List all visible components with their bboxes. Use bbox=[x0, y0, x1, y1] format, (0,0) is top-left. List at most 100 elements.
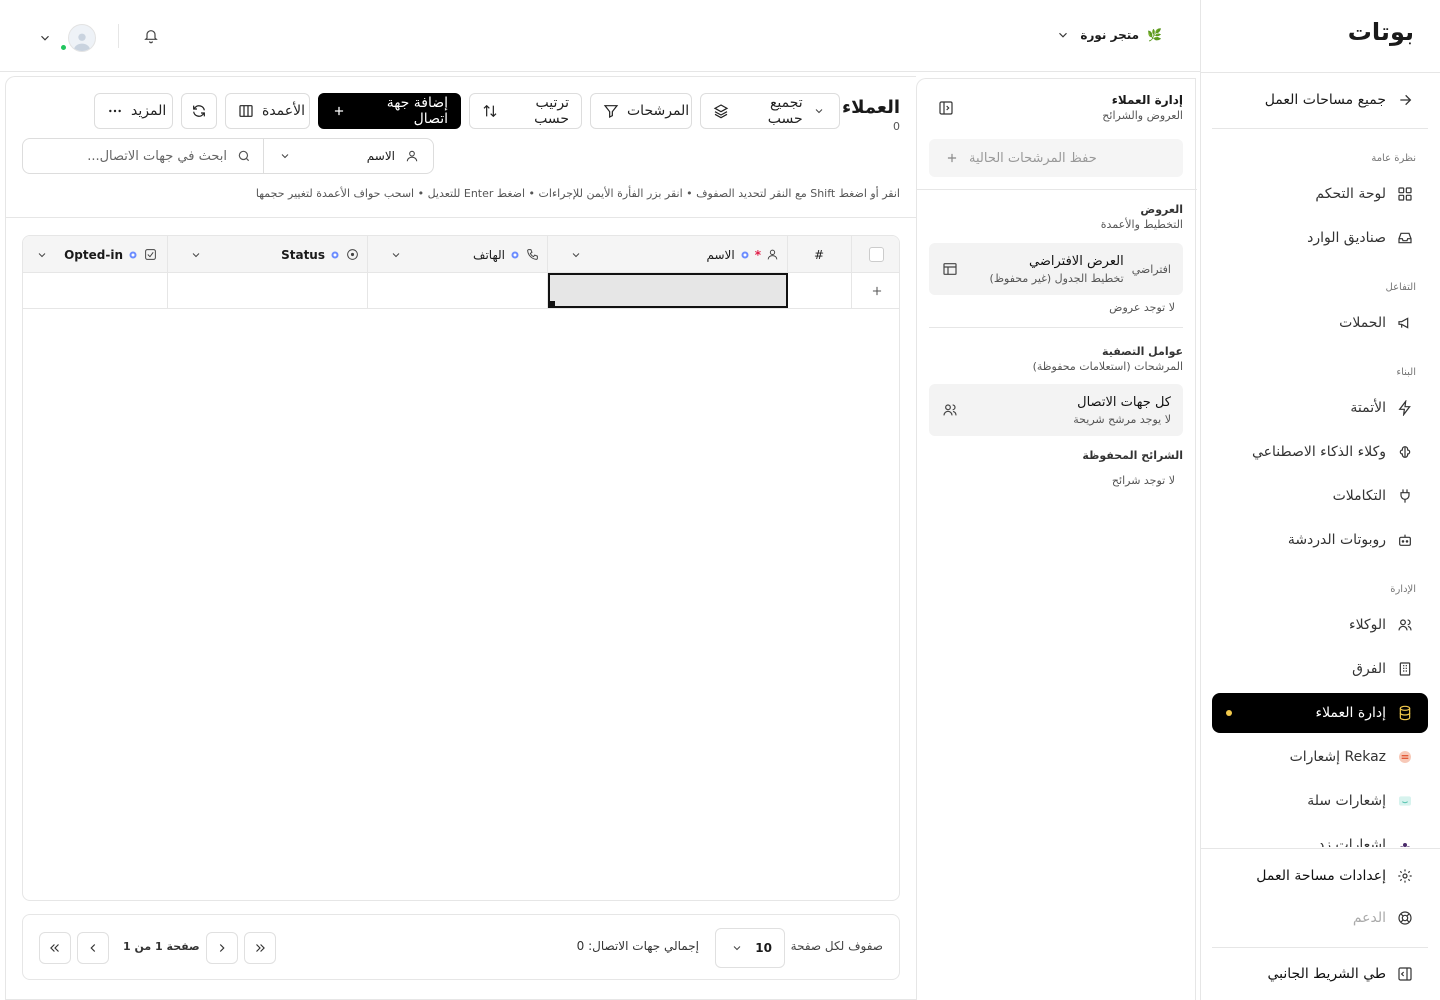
more-dots-icon bbox=[107, 102, 123, 120]
save-current-filters-button[interactable]: حفظ المرشحات الحالية bbox=[929, 139, 1183, 177]
sidebar-item-rekaz[interactable]: إشعارات Rekaz bbox=[1212, 737, 1428, 777]
plus-icon bbox=[943, 149, 961, 167]
sidebar-item-agents[interactable]: الوكلاء bbox=[1212, 605, 1428, 645]
column-header-index: # bbox=[813, 247, 825, 262]
sidebar-item-dashboard[interactable]: لوحة التحكم bbox=[1212, 174, 1428, 214]
sidebar-item-workspace-settings[interactable]: إعدادات مساحة العمل bbox=[1212, 856, 1428, 896]
chevron-down-icon bbox=[728, 939, 746, 957]
last-page-button[interactable] bbox=[39, 932, 71, 964]
column-header-phone[interactable]: الهاتف bbox=[387, 236, 539, 273]
field-gear-icon bbox=[509, 249, 521, 261]
contacts-table: Opted-in Status الهاتف الاسم * # bbox=[22, 235, 900, 901]
sort-arrows-icon bbox=[482, 102, 498, 120]
chevron-down-icon bbox=[276, 147, 294, 165]
sidebar-item-ai-agents[interactable]: وكلاء الذكاء الاصطناعي bbox=[1212, 432, 1428, 472]
lightning-icon bbox=[1396, 399, 1414, 417]
default-view-card[interactable]: العرض الافتراضي تخطيط الجدول (غير محفوظ)… bbox=[929, 243, 1183, 295]
select-all-checkbox[interactable] bbox=[868, 247, 884, 262]
column-header-name[interactable]: الاسم * bbox=[567, 236, 779, 273]
page-size-select[interactable]: 10 bbox=[715, 928, 785, 968]
sidebar-divider bbox=[1200, 72, 1440, 73]
select-all-checkbox-cell bbox=[851, 236, 899, 273]
arrow-right-icon bbox=[1396, 91, 1414, 109]
refresh-button[interactable] bbox=[181, 93, 217, 129]
sidebar-divider bbox=[1212, 128, 1428, 129]
add-row-button[interactable] bbox=[852, 273, 899, 308]
collapse-sidebar-button[interactable]: طي الشريط الجانبي bbox=[1212, 954, 1428, 994]
columns-button[interactable]: الأعمدة bbox=[225, 93, 310, 129]
rows-per-page-label: صفوف لكل صفحة bbox=[790, 939, 883, 953]
group-by-button[interactable]: تجميع حسب bbox=[700, 93, 840, 129]
search-input[interactable] bbox=[33, 148, 227, 164]
chevron-down-icon bbox=[33, 246, 51, 264]
selected-name-cell[interactable] bbox=[548, 273, 788, 308]
layers-icon bbox=[713, 102, 729, 120]
main-content: العملاء 0 تجميع حسب المرشحات ترتيب حسب إ… bbox=[5, 76, 917, 1000]
sidebar-item-support[interactable]: الدعم bbox=[1212, 898, 1428, 938]
all-workspaces-link[interactable]: جميع مساحات العمل bbox=[1214, 86, 1414, 114]
all-contacts-filter-card[interactable]: كل جهات الاتصال لا يوجد مرشح شريحة bbox=[929, 384, 1183, 436]
views-panel-header: إدارة العملاء العروض والشرائح bbox=[1102, 93, 1183, 122]
user-icon bbox=[765, 248, 779, 262]
add-contact-button[interactable]: إضافة جهة اتصال bbox=[318, 93, 461, 129]
sort-by-button[interactable]: ترتيب حسب bbox=[469, 93, 582, 129]
page-info: صفحة 1 من 1 bbox=[123, 940, 200, 953]
group-label-build: البناء bbox=[1396, 367, 1416, 378]
panel-collapse-icon[interactable] bbox=[937, 99, 955, 117]
sidebar-item-automation[interactable]: الأتمتة bbox=[1212, 388, 1428, 428]
sidebar-item-teams[interactable]: الفرق bbox=[1212, 649, 1428, 689]
prev-page-button[interactable] bbox=[206, 932, 238, 964]
segments-section-header: الشرائح المحفوظة bbox=[1082, 449, 1183, 462]
sidebar-item-campaigns[interactable]: الحملات bbox=[1212, 303, 1428, 343]
search-field-select[interactable]: الاسم bbox=[263, 139, 433, 173]
field-gear-icon bbox=[127, 249, 139, 261]
sidebar-item-chatbots[interactable]: روبوتات الدردشة bbox=[1212, 520, 1428, 560]
total-contacts: إجمالي جهات الاتصال: 0 bbox=[576, 939, 699, 953]
sidebar-item-integrations[interactable]: التكاملات bbox=[1212, 476, 1428, 516]
group-label-management: الإدارة bbox=[1390, 584, 1416, 595]
store-switcher[interactable]: 🌿 متجر نورة bbox=[1054, 26, 1162, 44]
toolbar-divider bbox=[6, 217, 917, 218]
salla-logo-icon bbox=[1396, 792, 1414, 810]
app-logo[interactable]: بوتات bbox=[1348, 18, 1415, 46]
column-divider bbox=[367, 236, 368, 309]
views-panel: إدارة العملاء العروض والشرائح حفظ المرشح… bbox=[916, 78, 1197, 1000]
robot-icon bbox=[1396, 531, 1414, 549]
chevron-down-icon bbox=[811, 102, 827, 120]
group-label-interaction: التفاعل bbox=[1385, 282, 1417, 293]
building-icon bbox=[1396, 660, 1414, 678]
user-menu[interactable] bbox=[36, 24, 96, 52]
next-page-button[interactable] bbox=[77, 932, 109, 964]
sidebar-divider bbox=[1212, 947, 1428, 948]
chevrons-right-icon bbox=[251, 939, 269, 957]
no-segments-note: لا توجد شرائح bbox=[1111, 474, 1175, 487]
no-views-note: لا توجد عروض bbox=[1109, 301, 1175, 314]
more-button[interactable]: المزيد bbox=[94, 93, 173, 129]
chevron-down-icon bbox=[1054, 26, 1072, 44]
column-header-opted-in[interactable]: Opted-in bbox=[33, 236, 157, 273]
store-name: متجر نورة bbox=[1080, 28, 1140, 42]
users-icon bbox=[1396, 616, 1414, 634]
search-icon bbox=[235, 147, 253, 165]
row-divider bbox=[23, 308, 899, 309]
column-header-status[interactable]: Status bbox=[187, 236, 359, 273]
page-header: العملاء 0 bbox=[842, 97, 900, 133]
sidebar-item-inboxes[interactable]: صناديق الوارد bbox=[1212, 218, 1428, 258]
lifebuoy-icon bbox=[1396, 909, 1414, 927]
plus-icon bbox=[868, 282, 886, 300]
default-view-text: العرض الافتراضي تخطيط الجدول (غير محفوظ) bbox=[989, 253, 1124, 285]
sidebar-item-salla[interactable]: إشعارات سلة bbox=[1212, 781, 1428, 821]
filters-button[interactable]: المرشحات bbox=[590, 93, 692, 129]
active-indicator-dot bbox=[1226, 710, 1232, 716]
sidebar-item-customers[interactable]: إدارة العملاء bbox=[1212, 693, 1428, 733]
sidebar-item-zid[interactable]: إشعارات زد bbox=[1212, 825, 1428, 847]
notifications-bell-icon[interactable] bbox=[142, 27, 160, 45]
fill-handle[interactable] bbox=[548, 301, 555, 308]
required-asterisk: * bbox=[754, 247, 761, 262]
gear-icon bbox=[1396, 867, 1414, 885]
refresh-icon bbox=[190, 102, 208, 120]
first-page-button[interactable] bbox=[244, 932, 276, 964]
zid-logo-icon bbox=[1396, 836, 1414, 847]
columns-icon bbox=[238, 102, 254, 120]
views-section-header: العروض التخطيط والأعمدة bbox=[1100, 203, 1183, 231]
